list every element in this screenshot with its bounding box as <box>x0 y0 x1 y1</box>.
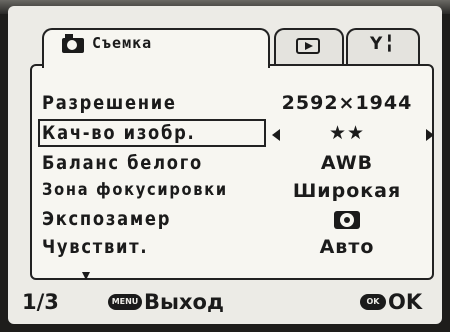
menu-row-value: AWB <box>320 152 374 174</box>
arrow-right-icon[interactable] <box>426 129 434 141</box>
scroll-down-icon[interactable] <box>82 272 90 280</box>
menu-row-focus-area[interactable]: Зона фокусировки Широкая <box>42 178 422 206</box>
menu-row-value <box>272 208 422 230</box>
camera-lcd-screen: Съемка Y╏ Разрешение 2592×1944 Кач-во из… <box>8 6 442 324</box>
menu-row-quality[interactable]: Кач-во изобр. ★★ <box>38 119 434 148</box>
menu-row-value: Авто <box>319 236 375 258</box>
tab-playback[interactable] <box>274 28 344 68</box>
menu-row-value: 2592×1944 <box>281 92 413 114</box>
menu-row-white-balance[interactable]: Баланс белого AWB <box>42 150 422 178</box>
menu-row-label: Экспозамер <box>42 208 172 230</box>
menu-row-label: Зона фокусировки <box>42 180 228 200</box>
tab-recording[interactable]: Съемка <box>42 28 270 68</box>
camera-icon <box>62 34 84 53</box>
page-indicator: 1/3 <box>22 290 59 314</box>
menu-row-label: Чувствит. <box>42 236 149 258</box>
menu-row-value: Широкая <box>292 180 402 202</box>
playback-icon <box>296 38 320 54</box>
menu-panel: Разрешение 2592×1944 Кач-во изобр. ★★ Ба… <box>30 64 434 280</box>
menu-row-label: Баланс белого <box>42 152 203 174</box>
menu-row-sensitivity[interactable]: Чувствит. Авто <box>42 234 422 262</box>
tab-setup[interactable]: Y╏ <box>346 28 420 68</box>
menu-row-label: Кач-во изобр. <box>42 122 196 144</box>
menu-footer: 1/3 MENU Выход OK OK <box>8 286 442 324</box>
menu-button-icon[interactable]: MENU <box>108 294 142 310</box>
menu-row-value: ★★ <box>328 122 366 144</box>
exit-label: Выход <box>144 290 224 314</box>
setup-icon: Y╏ <box>370 34 397 54</box>
menu-row-label: Разрешение <box>42 92 177 114</box>
metering-icon <box>334 210 360 229</box>
tab-recording-label: Съемка <box>92 34 153 52</box>
menu-row-resolution[interactable]: Разрешение 2592×1944 <box>42 90 422 118</box>
ok-label: OK <box>388 290 423 314</box>
menu-row-metering[interactable]: Экспозамер <box>42 206 422 234</box>
ok-button-icon[interactable]: OK <box>360 294 386 310</box>
